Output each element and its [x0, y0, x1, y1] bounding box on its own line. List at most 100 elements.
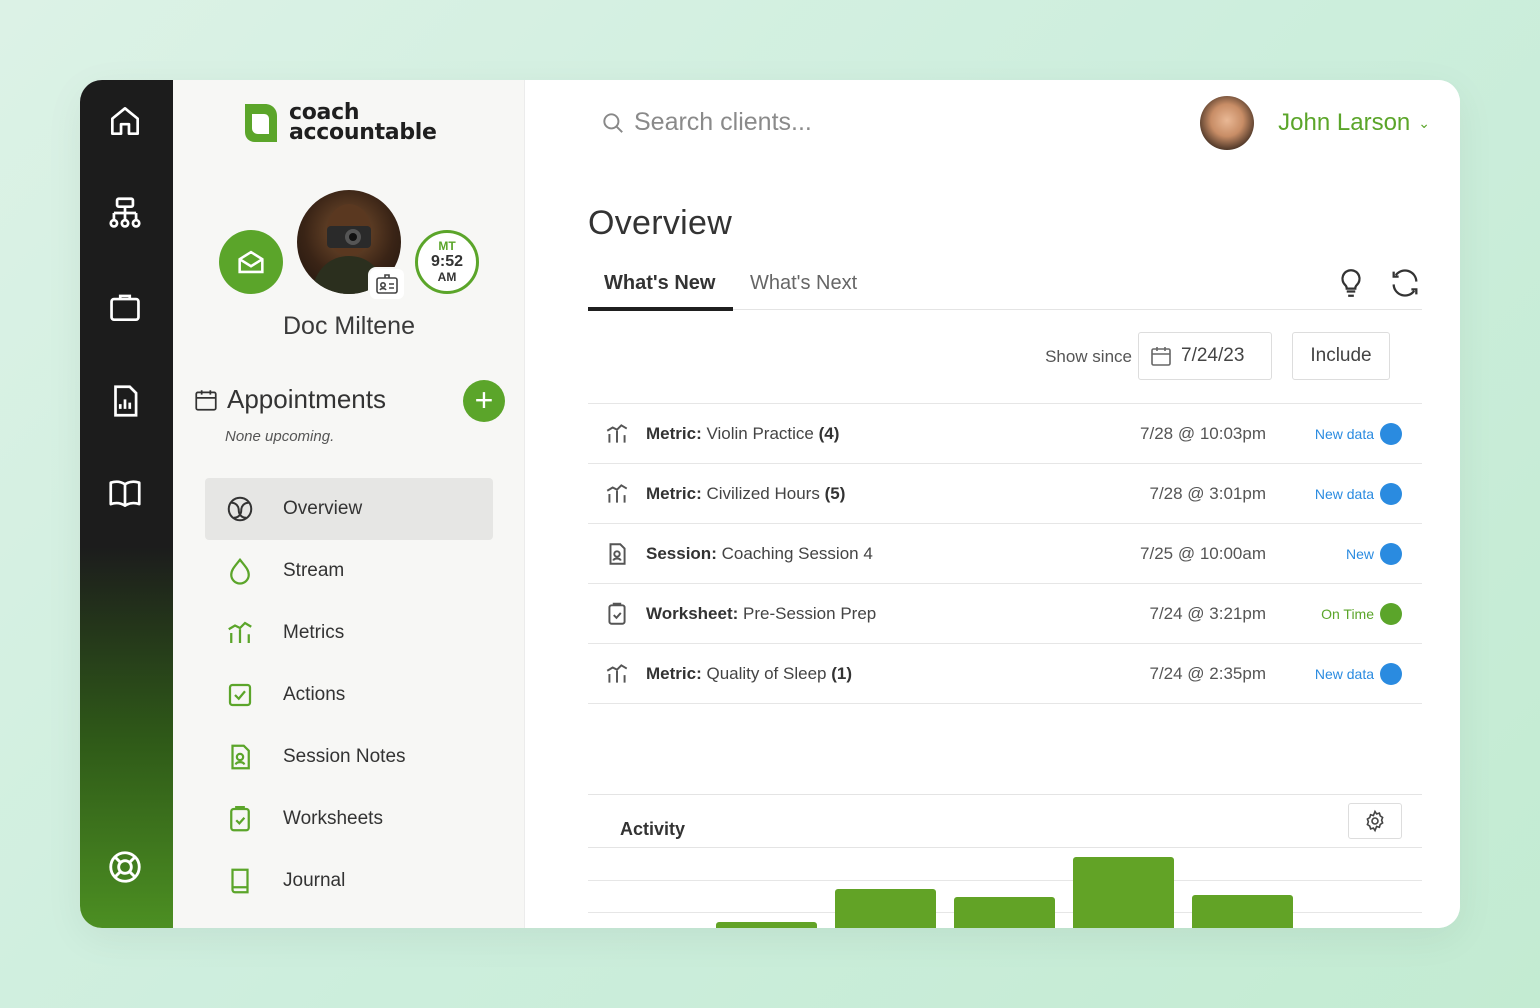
nav-item-label: Overview [283, 498, 363, 519]
logo[interactable]: coach accountable [241, 102, 437, 144]
search-bar [600, 108, 954, 137]
tab-whats-new[interactable]: What's New [604, 272, 715, 295]
home-icon[interactable] [104, 100, 146, 142]
search-input[interactable] [634, 108, 954, 137]
logo-text: coach accountable [289, 102, 437, 144]
feed-row[interactable]: Session: Coaching Session 4 7/25 @ 10:00… [588, 524, 1422, 584]
user-menu[interactable]: John Larson ⌄ [1200, 96, 1430, 150]
feed-item-date: 7/24 @ 2:35pm [1149, 663, 1267, 683]
include-button[interactable]: Include [1292, 332, 1390, 380]
client-local-time: MT 9:52 AM [415, 230, 479, 294]
activity-settings-button[interactable] [1348, 803, 1402, 839]
check-box-icon [228, 683, 252, 707]
feed-row[interactable]: Worksheet: Pre-Session Prep 7/24 @ 3:21p… [588, 584, 1422, 644]
add-appointment-button[interactable]: + [463, 380, 505, 422]
clock-time: 9:52 [430, 253, 464, 270]
org-chart-icon[interactable] [104, 192, 146, 234]
calendar-icon [195, 389, 217, 411]
feed-item-status: On Time [1321, 605, 1374, 622]
nav-item-session-notes[interactable]: Session Notes [205, 726, 493, 788]
nav-item-journal[interactable]: Journal [205, 850, 493, 912]
activity-bar[interactable] [1073, 857, 1174, 928]
clock-ampm: AM [437, 270, 457, 284]
feed-item-name: Quality of Sleep [706, 663, 827, 683]
tab-tools [1334, 266, 1422, 300]
overview-icon [227, 496, 253, 522]
client-name: Doc Miltene [283, 312, 415, 340]
nav-item-label: Journal [283, 870, 346, 891]
feed-row[interactable]: Metric: Violin Practice (4) 7/28 @ 10:03p… [588, 404, 1422, 464]
status-dot [1380, 662, 1402, 685]
lifebuoy-icon[interactable] [104, 846, 146, 888]
feed-item-date: 7/25 @ 10:00am [1140, 543, 1266, 563]
clipboard-check-icon [588, 601, 646, 627]
clock-timezone: MT [438, 239, 456, 253]
feed-row[interactable]: Metric: Quality of Sleep (1) 7/24 @ 2:35p… [588, 644, 1422, 704]
active-tab-indicator [588, 307, 733, 311]
feed-item-name: Violin Practice [706, 423, 814, 443]
nav-item-metrics[interactable]: Metrics [205, 602, 493, 664]
overview-tabs: What's New What's Next [588, 262, 1422, 311]
briefcase-icon[interactable] [104, 286, 146, 328]
feed-item-date: 7/28 @ 10:03pm [1140, 423, 1266, 443]
activity-bar[interactable] [716, 922, 817, 928]
nav-item-overview[interactable]: Overview [205, 478, 493, 540]
tab-whats-next[interactable]: What's Next [750, 272, 857, 295]
session-notes-icon [231, 744, 250, 770]
feed-item-date: 7/28 @ 3:01pm [1149, 483, 1267, 503]
feed-item-type: Metric: [646, 483, 702, 503]
nav-item-stream[interactable]: Stream [205, 540, 493, 602]
user-avatar[interactable] [1200, 96, 1255, 150]
feed-item-type: Session: [646, 543, 717, 563]
chevron-down-icon[interactable]: ⌄ [1418, 115, 1430, 132]
gear-icon [1366, 809, 1384, 833]
icon-rail [80, 80, 173, 928]
status-dot [1380, 542, 1402, 565]
show-since-label: Show since [1045, 347, 1132, 366]
refresh-icon[interactable] [1388, 266, 1422, 300]
client-nav: Overview Stream Metrics Actions Session … [205, 478, 493, 912]
client-panel: coach accountable MT 9:52 AM Doc Miltene [173, 80, 525, 928]
activity-bar[interactable] [954, 897, 1055, 928]
feed-item-status: New data [1314, 485, 1374, 502]
show-since-date-picker[interactable]: 7/24/23 [1138, 332, 1272, 380]
feed-row[interactable]: Metric: Civilized Hours (5) 7/28 @ 3:01pm… [588, 464, 1422, 524]
feed-item-name: Pre-Session Prep [743, 603, 877, 623]
session-notes-icon [588, 541, 646, 567]
id-card-icon[interactable] [370, 269, 404, 299]
nav-item-actions[interactable]: Actions [205, 664, 493, 726]
user-name[interactable]: John Larson [1278, 109, 1410, 137]
activity-bar[interactable] [835, 889, 936, 928]
feed-item-title: Session: Coaching Session 4 [646, 544, 873, 564]
feed-item-count: (4) [818, 423, 840, 443]
report-icon[interactable] [104, 380, 146, 422]
activity-section: Activity [588, 794, 1422, 928]
feed-item-status: New data [1314, 665, 1374, 682]
page-title: Overview [588, 204, 733, 242]
status-dot [1380, 422, 1402, 445]
journal-icon [231, 868, 249, 894]
activity-bar[interactable] [1192, 895, 1293, 928]
feed-item-status: New data [1314, 425, 1374, 442]
metrics-icon [588, 421, 646, 447]
feed-item-title: Metric: Quality of Sleep (1) [646, 664, 852, 684]
metrics-icon [588, 661, 646, 687]
nav-item-label: Metrics [283, 622, 345, 643]
envelope-open-icon [238, 250, 264, 274]
nav-item-worksheets[interactable]: Worksheets [205, 788, 493, 850]
feed-item-count: (1) [831, 663, 852, 683]
feed-item-title: Worksheet: Pre-Session Prep [646, 604, 876, 624]
chart-gridline [588, 880, 1422, 881]
book-icon[interactable] [104, 472, 146, 514]
drop-icon [230, 557, 250, 585]
feed-item-date: 7/24 @ 3:21pm [1149, 603, 1267, 623]
appointments-header: Appointments [193, 384, 386, 415]
feed-item-count: (5) [824, 483, 846, 503]
lightbulb-icon[interactable] [1334, 266, 1368, 300]
logo-mark-icon [245, 104, 277, 142]
message-client-button[interactable] [219, 230, 283, 294]
feed-item-status: New [1345, 545, 1374, 562]
show-since-date: 7/24/23 [1181, 345, 1245, 366]
status-dot [1380, 482, 1402, 505]
feed-item-title: Metric: Violin Practice (4) [646, 424, 839, 444]
